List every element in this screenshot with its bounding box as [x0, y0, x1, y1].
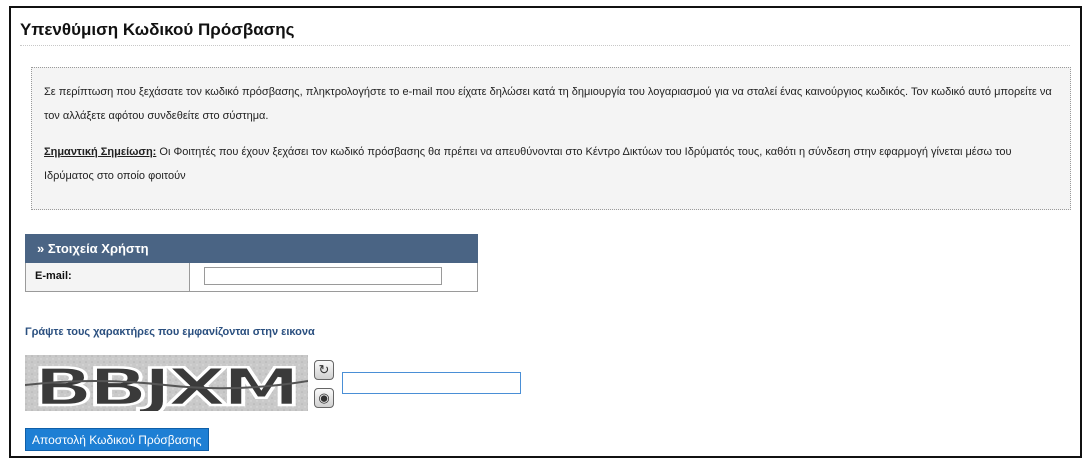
email-field-cell	[190, 263, 477, 291]
important-note: Σημαντική Σημείωση: Οι Φοιτητές που έχου…	[44, 140, 1058, 188]
refresh-icon: ↻	[318, 362, 330, 377]
title-divider	[20, 45, 1070, 46]
audio-icon: ◉	[318, 390, 330, 405]
page-title: Υπενθύμιση Κωδικού Πρόσβασης	[20, 20, 295, 39]
email-field[interactable]	[204, 267, 442, 285]
user-details-table: » Στοιχεία Χρήστη E-mail:	[25, 234, 478, 292]
audio-captcha-button[interactable]: ◉	[314, 388, 334, 408]
info-box: Σε περίπτωση που ξεχάσατε τον κωδικό πρό…	[31, 67, 1071, 210]
note-label: Σημαντική Σημείωση:	[44, 146, 157, 158]
email-row: E-mail:	[25, 263, 478, 292]
send-password-button[interactable]: Αποστολή Κωδικού Πρόσβασης	[25, 428, 209, 451]
captcha-image: BBJXM	[25, 355, 308, 411]
user-details-header: » Στοιχεία Χρήστη	[25, 234, 478, 263]
info-paragraph: Σε περίπτωση που ξεχάσατε τον κωδικό πρό…	[44, 86, 1052, 122]
captcha-input[interactable]	[342, 372, 521, 394]
email-label: E-mail:	[26, 263, 190, 291]
note-text: Οι Φοιτητές που έχουν ξεχάσει τον κωδικό…	[44, 146, 1012, 182]
refresh-captcha-button[interactable]: ↻	[314, 360, 334, 380]
captcha-heading: Γράψτε τους χαρακτήρες που εμφανίζονται …	[25, 326, 315, 338]
